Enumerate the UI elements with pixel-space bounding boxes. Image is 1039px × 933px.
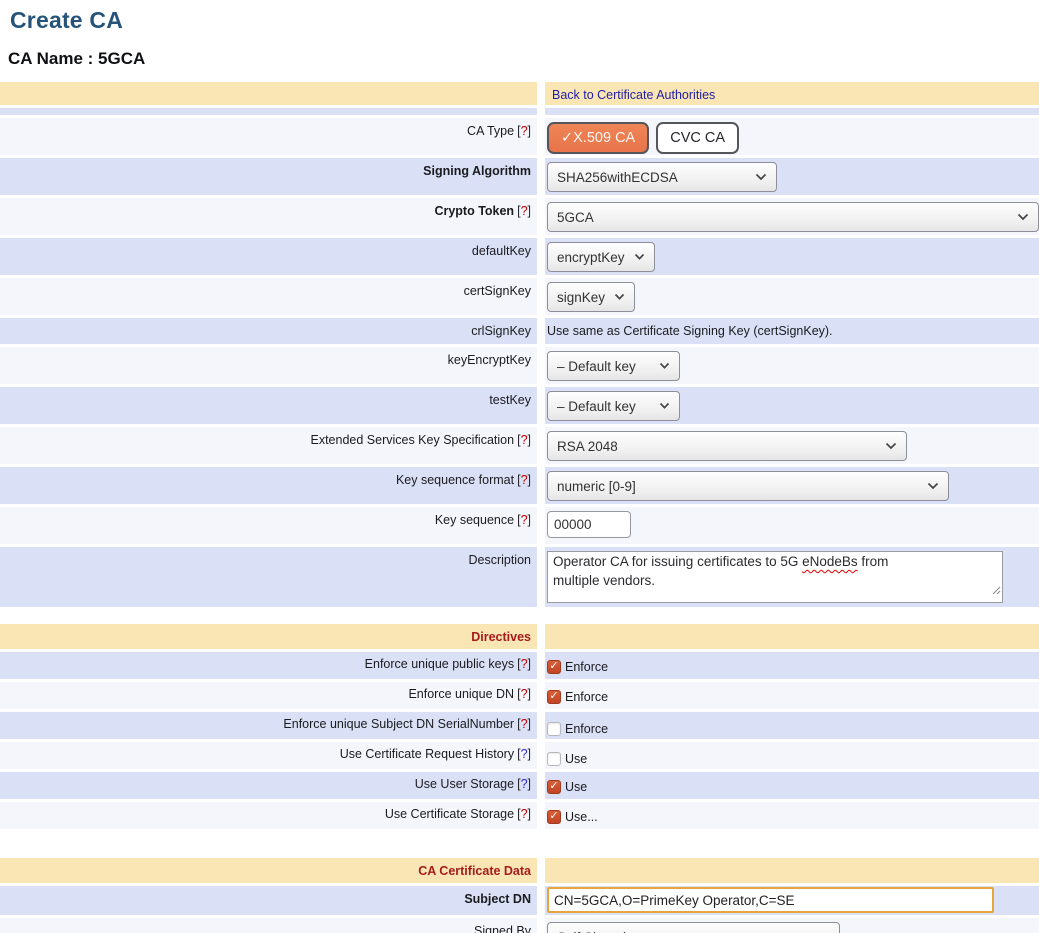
header-spacer-cell	[0, 82, 537, 105]
ca-type-help-link[interactable]: [?]	[517, 124, 531, 138]
directives-section-title: Directives	[471, 630, 531, 644]
ca-certificate-data-table: CA Certificate Data Subject DN Signed By…	[0, 858, 1039, 933]
row-description: Description Operator CA for issuing cert…	[0, 547, 1039, 607]
help-link[interactable]: [?]	[517, 717, 531, 731]
row-test-key: testKey – Default key	[0, 387, 1039, 424]
row-enforce-unique-public-keys: Enforce unique public keys[?] ✓Enforce	[0, 652, 1039, 679]
chevron-down-icon	[927, 482, 939, 490]
resize-handle-icon[interactable]	[991, 582, 1001, 601]
crypto-token-label: Crypto Token	[434, 204, 514, 218]
test-key-label: testKey	[0, 387, 537, 424]
row-key-encrypt-key: keyEncryptKey – Default key	[0, 347, 1039, 384]
subject-dn-input[interactable]	[547, 887, 994, 913]
row-enforce-unique-dn: Enforce unique DN[?] ✓Enforce	[0, 682, 1039, 709]
help-link[interactable]: [?]	[517, 687, 531, 701]
chevron-down-icon	[634, 253, 645, 261]
chevron-down-icon	[1017, 213, 1029, 221]
help-link[interactable]: [?]	[517, 777, 531, 791]
directives-header-row: Directives	[0, 624, 1039, 649]
directives-table: Directives Enforce unique public keys[?]…	[0, 624, 1039, 829]
extended-services-key-spec-select[interactable]: RSA 2048	[547, 431, 907, 461]
ca-type-label: CA Type	[467, 124, 514, 138]
chevron-down-icon	[659, 402, 670, 410]
row-crypto-token: Crypto Token[?] 5GCA	[0, 198, 1039, 235]
header-link-cell: Back to Certificate Authorities	[545, 82, 1039, 105]
extended-services-key-spec-label: Extended Services Key Specification	[310, 433, 514, 447]
row-default-key: defaultKey encryptKey	[0, 238, 1039, 275]
key-encrypt-key-select[interactable]: – Default key	[547, 351, 680, 381]
x509-ca-button[interactable]: ✓X.509 CA	[547, 122, 649, 154]
row-use-certificate-request-history: Use Certificate Request History[?] Use	[0, 742, 1039, 769]
enforce-unique-public-keys-checkbox[interactable]: ✓	[547, 660, 561, 674]
row-key-sequence-format: Key sequence format[?] numeric [0-9]	[0, 467, 1039, 504]
crypto-token-select[interactable]: 5GCA	[547, 202, 1039, 232]
help-link[interactable]: [?]	[517, 657, 531, 671]
key-sequence-input[interactable]	[547, 511, 631, 538]
crypto-token-help-link[interactable]: [?]	[517, 204, 531, 218]
help-link[interactable]: [?]	[517, 807, 531, 821]
signing-algorithm-label: Signing Algorithm	[0, 158, 537, 195]
spacer-row	[0, 108, 1039, 115]
chevron-down-icon	[614, 293, 625, 301]
key-sequence-format-label: Key sequence format	[396, 473, 514, 487]
misspelled-word: eNodeBs	[802, 554, 858, 569]
test-key-select[interactable]: – Default key	[547, 391, 680, 421]
default-key-label: defaultKey	[0, 238, 537, 275]
description-textarea[interactable]: Operator CA for issuing certificates to …	[547, 551, 1003, 603]
ca-name-heading: CA Name : 5GCA	[8, 49, 1039, 69]
create-ca-page: Create CA CA Name : 5GCA Back to Certifi…	[0, 0, 1039, 933]
row-ca-type: CA Type[?] ✓X.509 CACVC CA	[0, 118, 1039, 155]
page-title: Create CA	[10, 7, 1039, 34]
row-use-certificate-storage: Use Certificate Storage[?] ✓Use...	[0, 802, 1039, 829]
table-header-row: Back to Certificate Authorities	[0, 82, 1039, 105]
enforce-unique-subject-dn-serialnumber-checkbox[interactable]	[547, 722, 561, 736]
use-certificate-storage-checkbox[interactable]: ✓	[547, 810, 561, 824]
ca-certificate-data-header-row: CA Certificate Data	[0, 858, 1039, 883]
cert-sign-key-select[interactable]: signKey	[547, 282, 635, 312]
ca-certificate-data-section-title: CA Certificate Data	[418, 864, 531, 878]
key-sequence-format-select[interactable]: numeric [0-9]	[547, 471, 949, 501]
row-signed-by: Signed By Self Signed	[0, 918, 1039, 933]
row-extended-services-key-spec: Extended Services Key Specification[?] R…	[0, 427, 1039, 464]
cvc-ca-button[interactable]: CVC CA	[656, 122, 739, 154]
row-key-sequence: Key sequence[?]	[0, 507, 1039, 544]
row-cert-sign-key: certSignKey signKey	[0, 278, 1039, 315]
back-to-certificate-authorities-link[interactable]: Back to Certificate Authorities	[552, 88, 715, 102]
extended-services-help-link[interactable]: [?]	[517, 433, 531, 447]
row-signing-algorithm: Signing Algorithm SHA256withECDSA	[0, 158, 1039, 195]
row-crl-sign-key: crlSignKey Use same as Certificate Signi…	[0, 318, 1039, 344]
key-encrypt-key-label: keyEncryptKey	[0, 347, 537, 384]
chevron-down-icon	[755, 173, 767, 181]
chevron-down-icon	[659, 362, 670, 370]
use-certificate-request-history-checkbox[interactable]	[547, 752, 561, 766]
signing-algorithm-select[interactable]: SHA256withECDSA	[547, 162, 777, 192]
description-label: Description	[0, 547, 537, 607]
default-key-select[interactable]: encryptKey	[547, 242, 655, 272]
enforce-unique-dn-checkbox[interactable]: ✓	[547, 690, 561, 704]
chevron-down-icon	[885, 442, 897, 450]
signed-by-select[interactable]: Self Signed	[547, 922, 840, 933]
key-sequence-label: Key sequence	[435, 513, 514, 527]
subject-dn-label: Subject DN	[0, 886, 537, 915]
key-sequence-help-link[interactable]: [?]	[517, 513, 531, 527]
key-sequence-format-help-link[interactable]: [?]	[517, 473, 531, 487]
row-use-user-storage: Use User Storage[?] ✓Use	[0, 772, 1039, 799]
row-subject-dn: Subject DN	[0, 886, 1039, 915]
crl-sign-key-label: crlSignKey	[0, 318, 537, 344]
signed-by-label: Signed By	[0, 918, 537, 933]
use-user-storage-checkbox[interactable]: ✓	[547, 780, 561, 794]
help-link[interactable]: [?]	[517, 747, 531, 761]
crl-sign-key-value: Use same as Certificate Signing Key (cer…	[547, 322, 833, 338]
ca-form-table: Back to Certificate Authorities CA Type[…	[0, 82, 1039, 607]
cert-sign-key-label: certSignKey	[0, 278, 537, 315]
row-enforce-unique-subject-dn-serialnumber: Enforce unique Subject DN SerialNumber[?…	[0, 712, 1039, 739]
